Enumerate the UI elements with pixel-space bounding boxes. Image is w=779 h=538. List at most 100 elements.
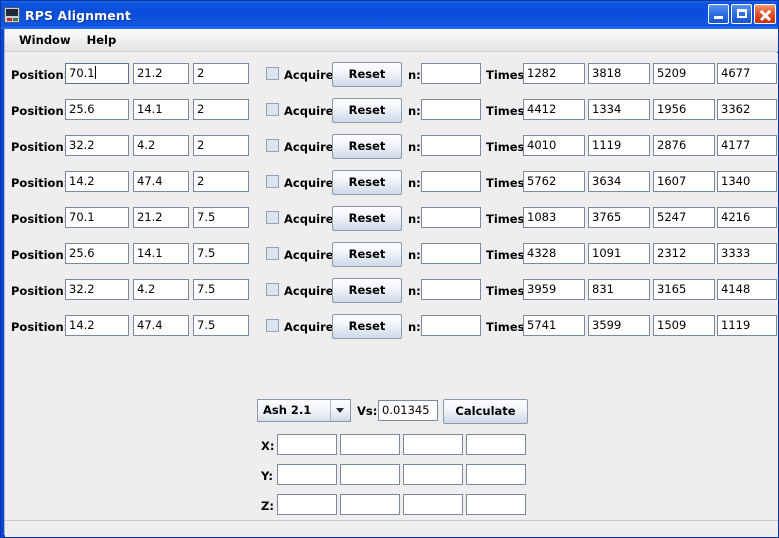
acquire-checkbox[interactable] xyxy=(266,211,279,224)
times-input-2[interactable]: 831 xyxy=(588,279,650,300)
position-input-z[interactable]: 2 xyxy=(193,171,249,192)
menu-item-help[interactable]: Help xyxy=(79,30,125,50)
reset-button[interactable]: Reset xyxy=(332,98,402,123)
acquire-checkbox[interactable] xyxy=(266,283,279,296)
times-input-3[interactable]: 1509 xyxy=(653,315,715,336)
position-input-y[interactable]: 21.2 xyxy=(133,207,189,228)
times-input-3[interactable]: 5247 xyxy=(653,207,715,228)
position-input-y[interactable]: 14.1 xyxy=(133,99,189,120)
acquire-checkbox[interactable] xyxy=(266,319,279,332)
result-input-z-3[interactable] xyxy=(403,494,463,515)
times-input-1[interactable]: 4010 xyxy=(523,135,585,156)
times-input-4[interactable]: 4177 xyxy=(717,135,777,156)
result-input-y-2[interactable] xyxy=(340,464,400,485)
acquire-checkbox[interactable] xyxy=(266,67,279,80)
position-input-x[interactable]: 14.2 xyxy=(65,315,129,336)
maximize-button[interactable] xyxy=(731,4,752,24)
times-input-4[interactable]: 4216 xyxy=(717,207,777,228)
times-input-4[interactable]: 3333 xyxy=(717,243,777,264)
position-input-y[interactable]: 14.1 xyxy=(133,243,189,264)
calculate-button[interactable]: Calculate xyxy=(443,399,528,424)
times-input-4[interactable]: 3362 xyxy=(717,99,777,120)
position-input-z[interactable]: 2 xyxy=(193,63,249,84)
times-input-4[interactable]: 1340 xyxy=(717,171,777,192)
times-input-1[interactable]: 1282 xyxy=(523,63,585,84)
times-input-1[interactable]: 5762 xyxy=(523,171,585,192)
position-input-x[interactable]: 32.2 xyxy=(65,279,129,300)
position-input-x[interactable]: 25.6 xyxy=(65,243,129,264)
reset-button[interactable]: Reset xyxy=(332,314,402,339)
model-combo[interactable]: Ash 2.1 xyxy=(257,399,351,422)
times-input-3[interactable]: 1956 xyxy=(653,99,715,120)
n-input[interactable] xyxy=(421,279,481,300)
times-input-2[interactable]: 1119 xyxy=(588,135,650,156)
result-input-z-1[interactable] xyxy=(277,494,337,515)
n-input[interactable] xyxy=(421,171,481,192)
result-input-x-4[interactable] xyxy=(466,434,526,455)
result-input-x-1[interactable] xyxy=(277,434,337,455)
times-input-1[interactable]: 4412 xyxy=(523,99,585,120)
times-input-2[interactable]: 1334 xyxy=(588,99,650,120)
n-input[interactable] xyxy=(421,243,481,264)
minimize-button[interactable] xyxy=(708,4,729,24)
result-input-y-1[interactable] xyxy=(277,464,337,485)
times-input-4[interactable]: 4148 xyxy=(717,279,777,300)
n-input[interactable] xyxy=(421,63,481,84)
n-input[interactable] xyxy=(421,207,481,228)
n-input[interactable] xyxy=(421,315,481,336)
times-input-4[interactable]: 1119 xyxy=(717,315,777,336)
close-button[interactable] xyxy=(754,4,776,24)
result-input-z-2[interactable] xyxy=(340,494,400,515)
position-input-y[interactable]: 47.4 xyxy=(133,171,189,192)
times-input-2[interactable]: 3599 xyxy=(588,315,650,336)
times-input-3[interactable]: 2876 xyxy=(653,135,715,156)
n-input[interactable] xyxy=(421,99,481,120)
result-input-z-4[interactable] xyxy=(466,494,526,515)
reset-button[interactable]: Reset xyxy=(332,278,402,303)
times-input-3[interactable]: 1607 xyxy=(653,171,715,192)
vs-input[interactable]: 0.01345 xyxy=(378,400,438,421)
times-input-1[interactable]: 3959 xyxy=(523,279,585,300)
position-input-z[interactable]: 7.5 xyxy=(193,315,249,336)
times-input-2[interactable]: 3765 xyxy=(588,207,650,228)
position-input-z[interactable]: 2 xyxy=(193,135,249,156)
position-input-z[interactable]: 7.5 xyxy=(193,207,249,228)
times-input-3[interactable]: 3165 xyxy=(653,279,715,300)
times-input-2[interactable]: 3818 xyxy=(588,63,650,84)
result-input-y-4[interactable] xyxy=(466,464,526,485)
position-input-x[interactable]: 70.1 xyxy=(65,207,129,228)
chevron-down-icon[interactable] xyxy=(330,400,350,421)
position-input-x[interactable]: 32.2 xyxy=(65,135,129,156)
acquire-checkbox[interactable] xyxy=(266,175,279,188)
times-input-2[interactable]: 3634 xyxy=(588,171,650,192)
times-input-4[interactable]: 4677 xyxy=(717,63,777,84)
position-input-x[interactable]: 14.2 xyxy=(65,171,129,192)
result-input-x-2[interactable] xyxy=(340,434,400,455)
times-input-2[interactable]: 1091 xyxy=(588,243,650,264)
reset-button[interactable]: Reset xyxy=(332,242,402,267)
acquire-checkbox[interactable] xyxy=(266,103,279,116)
position-input-z[interactable]: 7.5 xyxy=(193,279,249,300)
acquire-checkbox[interactable] xyxy=(266,139,279,152)
position-input-y[interactable]: 47.4 xyxy=(133,315,189,336)
position-input-x[interactable]: 25.6 xyxy=(65,99,129,120)
times-input-3[interactable]: 5209 xyxy=(653,63,715,84)
times-input-3[interactable]: 2312 xyxy=(653,243,715,264)
position-input-x[interactable]: 70.1 xyxy=(65,63,129,84)
position-input-y[interactable]: 4.2 xyxy=(133,279,189,300)
n-input[interactable] xyxy=(421,135,481,156)
acquire-checkbox[interactable] xyxy=(266,247,279,260)
reset-button[interactable]: Reset xyxy=(332,170,402,195)
result-input-y-3[interactable] xyxy=(403,464,463,485)
reset-button[interactable]: Reset xyxy=(332,206,402,231)
reset-button[interactable]: Reset xyxy=(332,62,402,87)
times-input-1[interactable]: 5741 xyxy=(523,315,585,336)
reset-button[interactable]: Reset xyxy=(332,134,402,159)
position-input-y[interactable]: 21.2 xyxy=(133,63,189,84)
title-bar[interactable]: RPS Alignment xyxy=(1,1,779,29)
result-input-x-3[interactable] xyxy=(403,434,463,455)
menu-item-window[interactable]: Window xyxy=(11,30,79,50)
position-input-z[interactable]: 2 xyxy=(193,99,249,120)
position-input-y[interactable]: 4.2 xyxy=(133,135,189,156)
position-input-z[interactable]: 7.5 xyxy=(193,243,249,264)
